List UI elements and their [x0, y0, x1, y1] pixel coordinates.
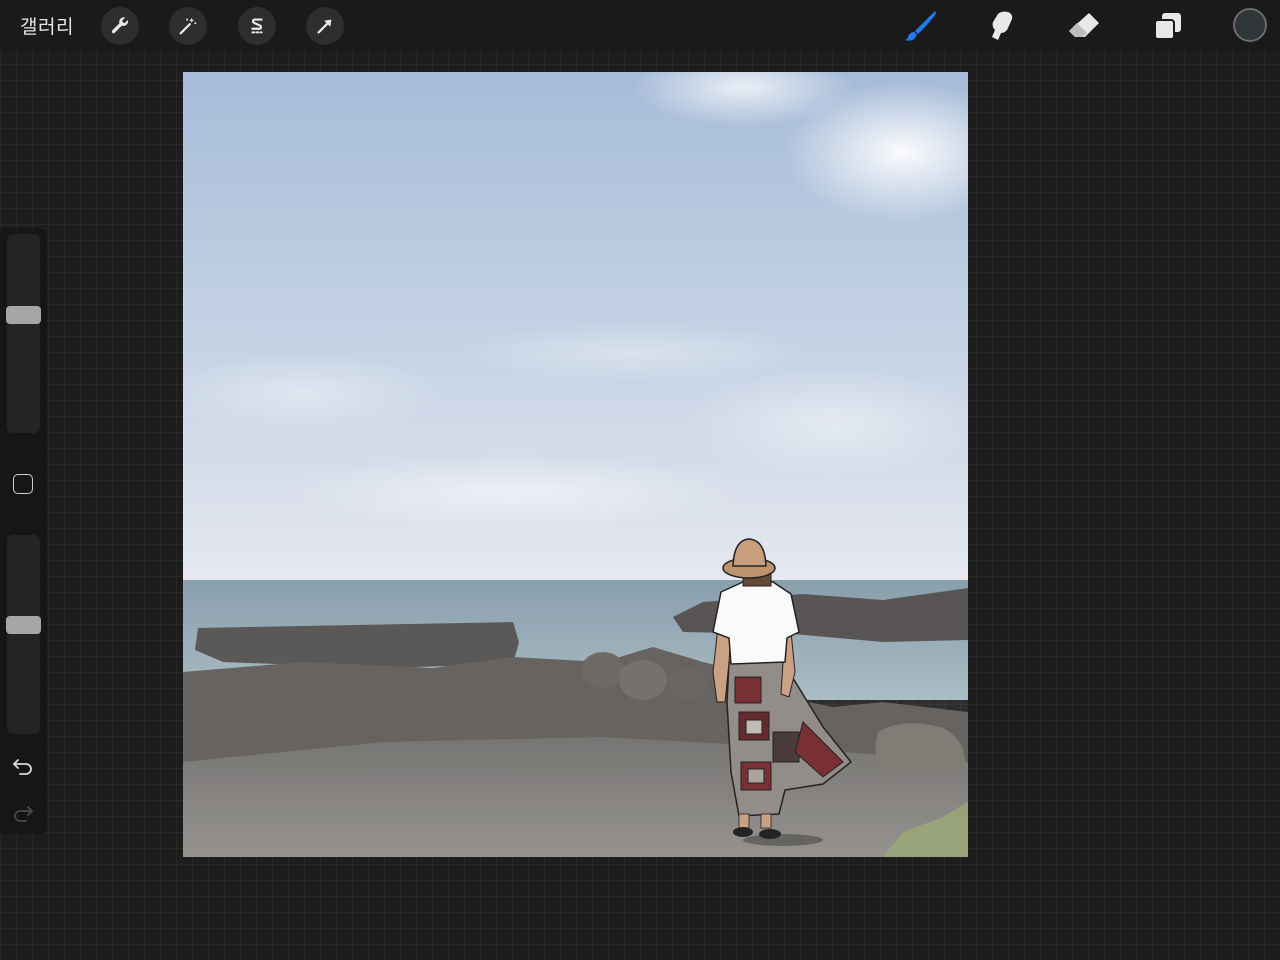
smudge-finger-icon [992, 11, 1013, 40]
arrow-cursor-icon [317, 19, 332, 34]
opacity-slider[interactable] [6, 535, 41, 734]
procreate-app: 갤러리 [0, 0, 1280, 960]
brush-size-thumb[interactable] [6, 306, 41, 324]
drawing-canvas[interactable] [183, 72, 968, 857]
top-toolbar: 갤러리 [0, 0, 1280, 52]
eraser-button[interactable] [1064, 8, 1104, 44]
smudge-button[interactable] [982, 8, 1022, 44]
canvas-artwork [183, 72, 968, 857]
magic-wand-icon [179, 17, 197, 35]
undo-button[interactable] [11, 754, 35, 778]
wrench-icon [111, 17, 128, 34]
redo-button[interactable] [11, 801, 35, 825]
undo-icon [13, 759, 32, 775]
gallery-button[interactable]: 갤러리 [20, 12, 74, 39]
layers-button[interactable] [1148, 8, 1188, 44]
eraser-icon [1069, 13, 1099, 37]
paint-brush-button[interactable] [900, 8, 940, 44]
redo-icon [14, 806, 33, 822]
opacity-thumb[interactable] [6, 616, 41, 634]
brush-icon [904, 11, 936, 41]
selection-button[interactable] [238, 7, 276, 45]
transform-button[interactable] [306, 7, 344, 45]
brush-size-slider[interactable] [6, 234, 41, 433]
modify-button[interactable] [13, 474, 33, 494]
layers-icon [1154, 13, 1181, 40]
selection-s-icon [251, 18, 263, 34]
color-picker-button[interactable] [1233, 8, 1267, 42]
left-sidebar [0, 228, 47, 834]
actions-button[interactable] [101, 7, 139, 45]
adjustments-button[interactable] [169, 7, 207, 45]
